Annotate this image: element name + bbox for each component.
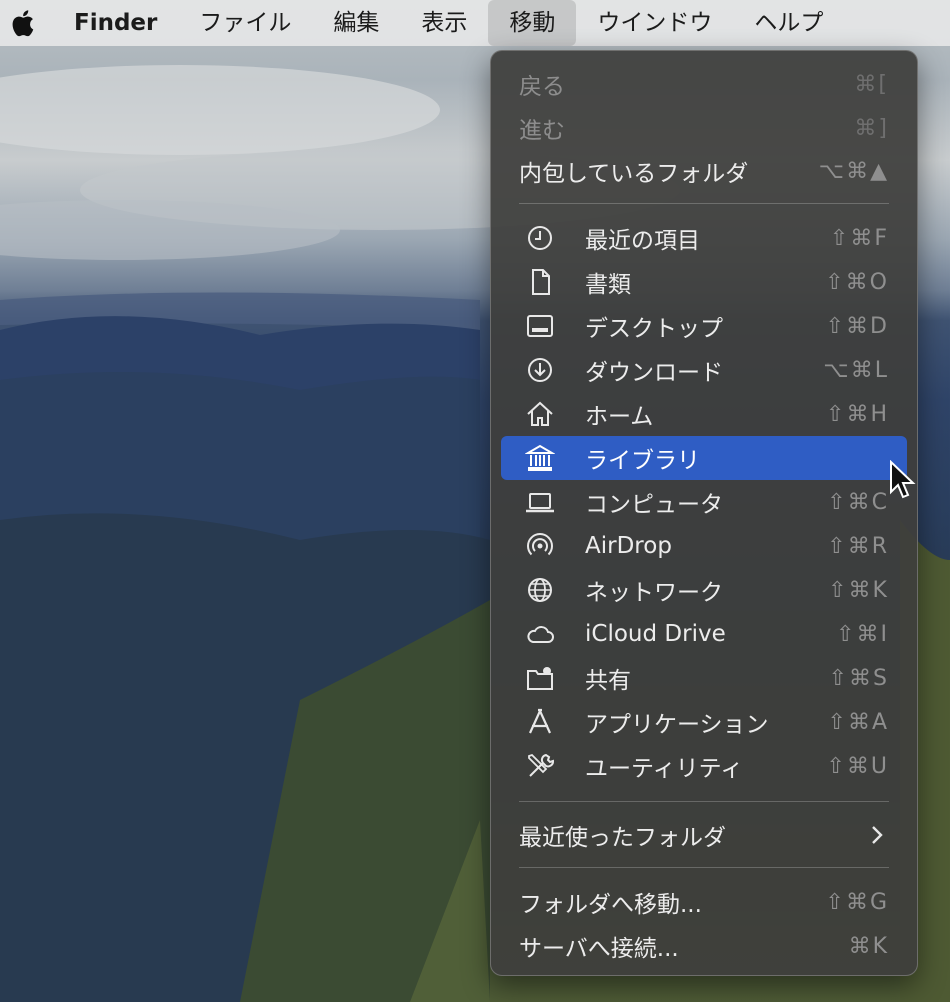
menu-item-label: アプリケーション — [585, 712, 769, 738]
menu-item-network[interactable]: ネットワーク ⇧⌘K — [501, 568, 907, 612]
home-icon — [523, 397, 557, 431]
menu-item-label: ダウンロード — [585, 360, 723, 386]
menubar-go[interactable]: 移動 — [488, 0, 577, 46]
menu-item-shortcut: ⇧⌘R — [827, 533, 889, 559]
menu-item-documents[interactable]: 書類 ⇧⌘O — [501, 260, 907, 304]
menu-separator — [519, 801, 889, 802]
menu-item-back[interactable]: 戻る ⌘[ — [501, 62, 907, 106]
utilities-icon — [523, 749, 557, 783]
menu-item-label: サーバへ接続... — [519, 936, 679, 962]
menubar-window[interactable]: ウインドウ — [576, 0, 733, 46]
menu-item-desktop[interactable]: デスクトップ ⇧⌘D — [501, 304, 907, 348]
menu-item-label: フォルダへ移動... — [519, 892, 702, 918]
applications-icon — [523, 705, 557, 739]
menu-bar: Finder ファイル 編集 表示 移動 ウインドウ ヘルプ — [0, 0, 950, 46]
desktop-icon — [523, 309, 557, 343]
download-icon — [523, 353, 557, 387]
menu-item-label: iCloud Drive — [585, 621, 726, 647]
menu-item-library[interactable]: ライブラリ — [501, 436, 907, 480]
globe-icon — [523, 573, 557, 607]
menu-item-label: AirDrop — [585, 533, 672, 559]
menu-item-utilities[interactable]: ユーティリティ ⇧⌘U — [501, 744, 907, 788]
menu-item-downloads[interactable]: ダウンロード ⌥⌘L — [501, 348, 907, 392]
menu-separator — [519, 867, 889, 868]
menu-item-go-to-folder[interactable]: フォルダへ移動... ⇧⌘G — [501, 880, 907, 924]
cloud-icon — [523, 617, 557, 651]
menu-item-shortcut: ⇧⌘D — [825, 313, 889, 339]
menu-item-label: ユーティリティ — [585, 756, 744, 782]
menu-item-label: ライブラリ — [585, 448, 700, 474]
menu-item-shortcut: ⌥⌘▲ — [818, 158, 889, 184]
menu-item-label: 書類 — [585, 272, 631, 298]
menu-item-label: 進む — [519, 118, 565, 144]
menu-item-shortcut: ⇧⌘I — [836, 621, 889, 647]
menu-item-label: 最近の項目 — [585, 228, 700, 254]
menu-item-shortcut: ⇧⌘F — [829, 225, 889, 251]
menu-item-icloud-drive[interactable]: iCloud Drive ⇧⌘I — [501, 612, 907, 656]
menu-item-shortcut: ⇧⌘A — [827, 709, 889, 735]
document-icon — [523, 265, 557, 299]
menu-item-enclosing-folder[interactable]: 内包しているフォルダ ⌥⌘▲ — [501, 149, 907, 193]
menu-item-shortcut: ⇧⌘C — [827, 489, 889, 515]
menu-item-label: 共有 — [585, 668, 631, 694]
menu-item-home[interactable]: ホーム ⇧⌘H — [501, 392, 907, 436]
menu-item-recents[interactable]: 最近の項目 ⇧⌘F — [501, 216, 907, 260]
menu-item-label: ホーム — [585, 404, 654, 430]
menu-item-recent-folders[interactable]: 最近使ったフォルダ — [501, 813, 907, 857]
mouse-pointer-icon — [890, 460, 916, 499]
menu-item-label: ネットワーク — [585, 580, 723, 606]
menubar-file[interactable]: ファイル — [178, 0, 312, 46]
menubar-edit[interactable]: 編集 — [312, 0, 400, 46]
menu-item-label: 戻る — [519, 74, 565, 100]
menu-item-shortcut: ⇧⌘S — [828, 665, 889, 691]
menu-item-label: 内包しているフォルダ — [519, 161, 749, 187]
menu-item-shortcut: ⌘] — [854, 115, 889, 141]
menu-item-label: デスクトップ — [585, 316, 723, 342]
shared-folder-icon — [523, 661, 557, 695]
menu-item-shortcut: ⇧⌘H — [826, 401, 889, 427]
menu-item-forward[interactable]: 進む ⌘] — [501, 106, 907, 150]
go-menu: 戻る ⌘[ 進む ⌘] 内包しているフォルダ ⌥⌘▲ 最近の項目 ⇧⌘F 書類 … — [490, 50, 918, 976]
menu-item-shortcut: ⇧⌘U — [826, 753, 889, 779]
chevron-right-icon — [872, 826, 883, 844]
menu-item-label: 最近使ったフォルダ — [519, 825, 726, 851]
clock-icon — [523, 221, 557, 255]
menu-item-airdrop[interactable]: AirDrop ⇧⌘R — [501, 524, 907, 568]
airdrop-icon — [523, 529, 557, 563]
menu-item-shared[interactable]: 共有 ⇧⌘S — [501, 656, 907, 700]
menu-item-connect-to-server[interactable]: サーバへ接続... ⌘K — [501, 924, 907, 968]
menu-item-shortcut: ⇧⌘K — [828, 577, 889, 603]
menu-item-shortcut: ⌘[ — [854, 71, 889, 97]
library-icon — [523, 441, 557, 475]
menu-item-applications[interactable]: アプリケーション ⇧⌘A — [501, 700, 907, 744]
menu-item-shortcut: ⇧⌘O — [825, 269, 889, 295]
menu-item-label: コンピュータ — [585, 492, 723, 518]
menu-separator — [519, 203, 889, 204]
menu-item-shortcut: ⌥⌘L — [823, 357, 889, 383]
menubar-app-name[interactable]: Finder — [74, 0, 178, 46]
menu-item-shortcut: ⌘K — [848, 933, 889, 959]
menu-item-shortcut: ⇧⌘G — [825, 889, 889, 915]
apple-logo-icon[interactable] — [8, 8, 36, 38]
menu-item-computer[interactable]: コンピュータ ⇧⌘C — [501, 480, 907, 524]
laptop-icon — [523, 485, 557, 519]
menubar-help[interactable]: ヘルプ — [733, 0, 844, 46]
menubar-view[interactable]: 表示 — [400, 0, 488, 46]
